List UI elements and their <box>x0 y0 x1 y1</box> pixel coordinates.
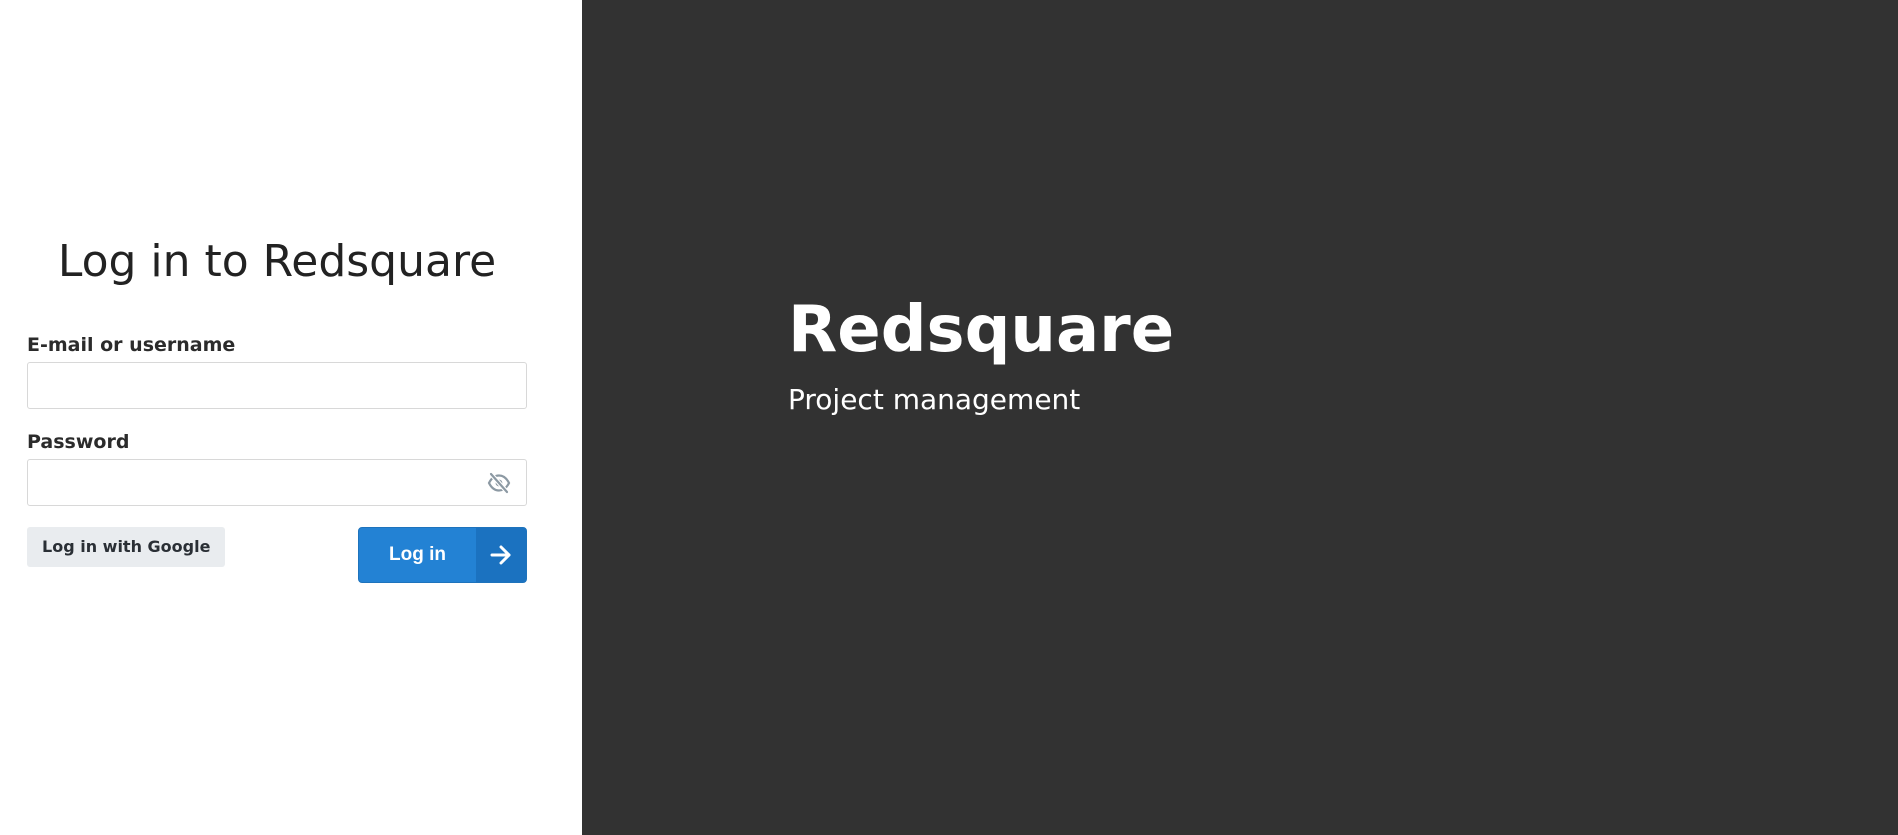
login-button[interactable]: Log in <box>358 527 527 583</box>
password-input[interactable] <box>27 459 527 506</box>
brand-panel: Redsquare Project management <box>582 0 1898 835</box>
login-button-label: Log in <box>389 544 446 565</box>
brand-tagline: Project management <box>788 383 1081 416</box>
arrow-right-icon-glyph <box>490 545 511 565</box>
password-label: Password <box>27 431 130 453</box>
email-input[interactable] <box>27 362 527 409</box>
google-login-button[interactable]: Log in with Google <box>27 527 226 567</box>
email-label: E-mail or username <box>27 334 236 356</box>
arrow-right-icon <box>476 528 526 582</box>
brand-name: Redsquare <box>788 293 1175 367</box>
eye-slash-icon-glyph <box>487 472 511 494</box>
eye-slash-icon[interactable] <box>486 471 512 495</box>
login-title: Log in to Redsquare <box>57 236 497 287</box>
login-panel: Log in to Redsquare E-mail or username P… <box>0 0 582 835</box>
login-page: Log in to Redsquare E-mail or username P… <box>0 0 1898 835</box>
